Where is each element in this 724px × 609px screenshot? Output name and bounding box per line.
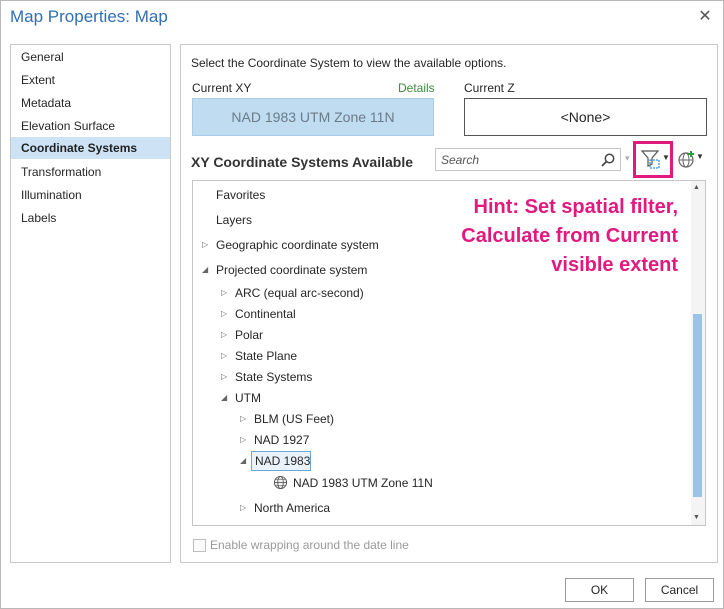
caret-icon[interactable]: ▷ [240, 409, 246, 429]
sidebar-item-extent[interactable]: Extent [11, 69, 170, 91]
tree-item-polar[interactable]: Polar [235, 325, 263, 345]
spatial-filter-button[interactable]: ▼ [633, 141, 673, 178]
sidebar-item-transformation[interactable]: Transformation [11, 161, 170, 183]
sidebar-item-general[interactable]: General [11, 46, 170, 68]
hint-line: Hint: Set spatial filter, [473, 196, 678, 218]
tree-item-continental[interactable]: Continental [235, 304, 296, 324]
caret-icon[interactable]: ◢ [202, 260, 208, 280]
current-z-box[interactable]: <None> [464, 98, 707, 136]
caret-icon[interactable]: ◢ [240, 451, 246, 471]
current-z-label: Current Z [464, 81, 515, 95]
instruction-text: Select the Coordinate System to view the… [191, 56, 507, 70]
tree-item-north-america[interactable]: North America [254, 498, 330, 518]
caret-icon[interactable]: ▷ [221, 325, 227, 345]
sidebar-item-metadata[interactable]: Metadata [11, 92, 170, 114]
tree-item-favorites[interactable]: Favorites [216, 185, 265, 205]
wrap-dateline-checkbox[interactable] [193, 539, 206, 552]
tree-item-layers[interactable]: Layers [216, 210, 252, 230]
current-xy-label: Current XY [192, 81, 252, 95]
hint-line: Calculate from Current [461, 225, 678, 247]
details-link[interactable]: Details [398, 81, 435, 95]
spatial-filter-icon[interactable] [641, 149, 661, 171]
search-input[interactable] [436, 149, 596, 170]
tree-item-nad1927[interactable]: NAD 1927 [254, 430, 309, 450]
search-dropdown-icon[interactable]: ▾ [625, 153, 630, 164]
cancel-button[interactable]: Cancel [645, 578, 714, 602]
tree-scrollbar-thumb[interactable] [693, 314, 702, 497]
search-icon[interactable] [600, 152, 616, 168]
sidebar-item-labels[interactable]: Labels [11, 207, 170, 229]
sidebar-item-coordinate-systems[interactable]: Coordinate Systems [11, 137, 170, 159]
sidebar-item-elevation-surface[interactable]: Elevation Surface [11, 115, 170, 137]
close-icon[interactable]: ✕ [695, 7, 715, 27]
caret-icon[interactable]: ▷ [202, 235, 208, 255]
globe-icon [273, 475, 288, 490]
tree-item-arc[interactable]: ARC (equal arc-second) [235, 283, 364, 303]
caret-icon[interactable]: ◢ [221, 388, 227, 408]
scroll-up-icon[interactable]: ▲ [693, 184, 700, 191]
tree-item-projected[interactable]: Projected coordinate system [216, 260, 367, 280]
window-title: Map Properties: Map [10, 7, 168, 26]
chevron-down-icon[interactable]: ▼ [696, 152, 704, 161]
chevron-down-icon[interactable]: ▼ [662, 153, 670, 162]
ok-button[interactable]: OK [565, 578, 634, 602]
tree-item-nad1983-utm-11n[interactable]: NAD 1983 UTM Zone 11N [293, 473, 433, 493]
map-properties-dialog: Map Properties: Map ✕ General Extent Met… [0, 0, 724, 609]
caret-icon[interactable]: ▷ [221, 346, 227, 366]
coordinate-systems-panel: Select the Coordinate System to view the… [180, 44, 718, 563]
tree-item-utm[interactable]: UTM [235, 388, 261, 408]
scroll-down-icon[interactable]: ▼ [693, 514, 700, 521]
hint-annotation: Hint: Set spatial filter, Calculate from… [371, 193, 678, 280]
sidebar: General Extent Metadata Elevation Surfac… [10, 44, 171, 563]
tree-item-blm[interactable]: BLM (US Feet) [254, 409, 334, 429]
caret-icon[interactable]: ▷ [221, 367, 227, 387]
caret-icon[interactable]: ▷ [240, 430, 246, 450]
caret-icon[interactable]: ▷ [240, 498, 246, 518]
caret-icon[interactable]: ▷ [221, 283, 227, 303]
search-box [435, 148, 621, 171]
wrap-dateline-label: Enable wrapping around the date line [210, 538, 409, 552]
tree-item-state-systems[interactable]: State Systems [235, 367, 312, 387]
tree-item-nad1983[interactable]: NAD 1983 [255, 451, 310, 471]
tree-item-geographic[interactable]: Geographic coordinate system [216, 235, 379, 255]
available-heading: XY Coordinate Systems Available [191, 154, 414, 170]
sidebar-item-illumination[interactable]: Illumination [11, 184, 170, 206]
title-bar: Map Properties: Map ✕ [1, 1, 723, 37]
hint-line: visible extent [551, 254, 678, 276]
caret-icon[interactable]: ▷ [221, 304, 227, 324]
current-xy-box[interactable]: NAD 1983 UTM Zone 11N [192, 98, 434, 136]
tree-item-state-plane[interactable]: State Plane [235, 346, 297, 366]
